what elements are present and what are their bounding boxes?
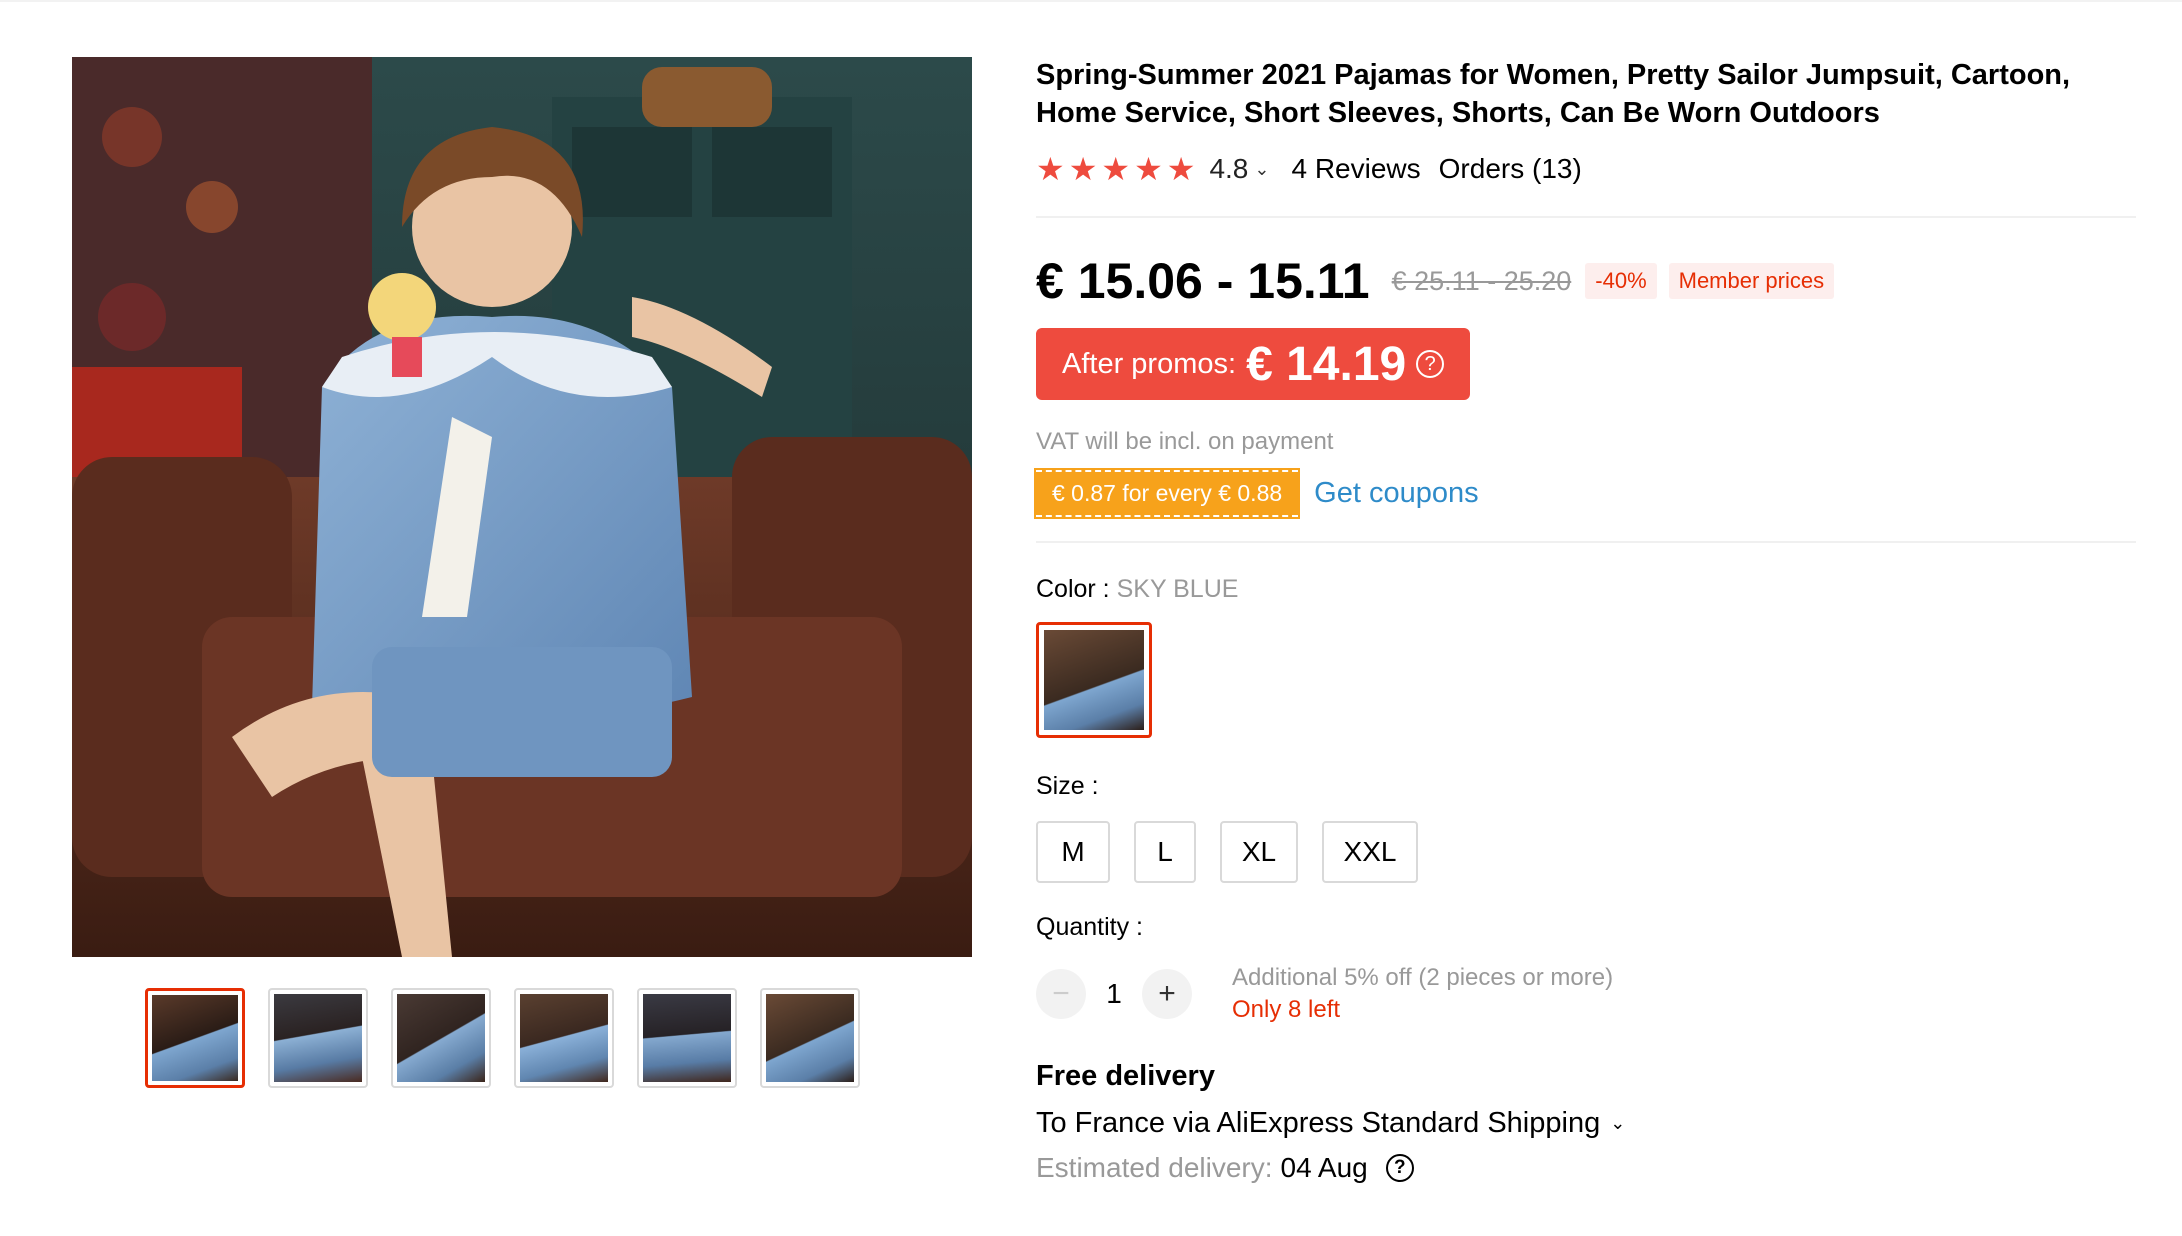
thumbnail-3[interactable] bbox=[391, 988, 491, 1088]
price-range: € 15.06 - 15.11 bbox=[1036, 253, 1370, 309]
help-icon[interactable]: ? bbox=[1385, 1154, 1414, 1182]
thumbnail-4[interactable] bbox=[514, 988, 614, 1088]
divider bbox=[1036, 541, 2136, 543]
thumbnail-strip bbox=[145, 988, 860, 1088]
size-option-xl[interactable]: XL bbox=[1220, 821, 1298, 883]
promo-label: After promos: bbox=[1062, 347, 1237, 380]
price-row: € 15.06 - 15.11 € 25.11 - 25.20 -40% Mem… bbox=[1036, 252, 2136, 310]
thumbnail-1[interactable] bbox=[145, 988, 245, 1088]
estimated-delivery-label: Estimated delivery: bbox=[1036, 1152, 1273, 1183]
estimated-delivery-date: 04 Aug bbox=[1280, 1152, 1368, 1183]
size-option-l[interactable]: L bbox=[1134, 821, 1196, 883]
quantity-note: Additional 5% off (2 pieces or more) Onl… bbox=[1232, 962, 1613, 1026]
bulk-discount-note: Additional 5% off (2 pieces or more) bbox=[1232, 964, 1614, 991]
member-prices-badge[interactable]: Member prices bbox=[1668, 263, 1835, 299]
shipping-selector[interactable]: To France via AliExpress Standard Shippi… bbox=[1036, 1107, 2136, 1140]
star-icon: ★ bbox=[1166, 151, 1196, 187]
reviews-link[interactable]: 4 Reviews bbox=[1291, 153, 1420, 185]
vat-note: VAT will be incl. on payment bbox=[1036, 428, 1334, 455]
color-swatch-sky-blue[interactable] bbox=[1036, 622, 1152, 738]
star-icon: ★ bbox=[1134, 151, 1163, 187]
coupon-badge[interactable]: € 0.87 for every € 0.88 bbox=[1033, 468, 1301, 519]
size-option-m[interactable]: M bbox=[1036, 821, 1110, 883]
original-price: € 25.11 - 25.20 bbox=[1391, 265, 1572, 296]
delivery-title: Free delivery bbox=[1036, 1060, 1215, 1092]
quantity-stepper: − 1 + Additional 5% off (2 pieces or mor… bbox=[1036, 962, 2136, 1026]
get-coupons-link[interactable]: Get coupons bbox=[1314, 477, 1478, 510]
divider bbox=[1036, 216, 2136, 218]
size-option-xxl[interactable]: XXL bbox=[1322, 821, 1418, 883]
rating-stars: ★ ★ ★ ★ ★ bbox=[1036, 150, 1195, 188]
color-value: SKY BLUE bbox=[1116, 575, 1239, 603]
main-product-image[interactable] bbox=[72, 57, 972, 957]
after-promos-banner: After promos: € 14.19 ? bbox=[1036, 328, 1471, 400]
product-title: Spring-Summer 2021 Pajamas for Women, Pr… bbox=[1036, 59, 2071, 129]
orders-count: Orders (13) bbox=[1438, 153, 1582, 184]
product-info: Spring-Summer 2021 Pajamas for Women, Pr… bbox=[1033, 56, 2136, 1184]
chevron-down-icon[interactable]: ⌄ bbox=[1610, 1113, 1625, 1134]
thumbnail-2[interactable] bbox=[268, 988, 368, 1088]
color-label: Color : bbox=[1036, 575, 1117, 603]
stock-note: Only 8 left bbox=[1232, 996, 1341, 1023]
promo-price: € 14.19 bbox=[1246, 337, 1407, 391]
size-label: Size : bbox=[1036, 772, 1099, 800]
star-icon: ★ bbox=[1101, 151, 1131, 187]
rating-value[interactable]: 4.8 bbox=[1209, 153, 1248, 185]
discount-badge: -40% bbox=[1585, 263, 1657, 299]
coupon-row: € 0.87 for every € 0.88 Get coupons bbox=[1033, 468, 2136, 519]
quantity-label: Quantity : bbox=[1036, 913, 1143, 941]
help-icon[interactable]: ? bbox=[1416, 350, 1445, 378]
chevron-down-icon[interactable]: ⌄ bbox=[1254, 159, 1269, 180]
top-divider bbox=[0, 0, 2182, 2]
quantity-value[interactable]: 1 bbox=[1086, 978, 1142, 1010]
estimated-delivery-row: Estimated delivery: 04 Aug ? bbox=[1036, 1152, 2136, 1184]
color-label-row: Color : SKY BLUE bbox=[1036, 575, 2136, 604]
rating-row: ★ ★ ★ ★ ★ 4.8 ⌄ 4 Reviews Orders (13) bbox=[1036, 150, 2136, 188]
thumbnail-5[interactable] bbox=[637, 988, 737, 1088]
shipping-method[interactable]: To France via AliExpress Standard Shippi… bbox=[1036, 1107, 1600, 1140]
thumbnail-6[interactable] bbox=[760, 988, 860, 1088]
quantity-decrease-button[interactable]: − bbox=[1036, 969, 1086, 1019]
star-icon: ★ bbox=[1036, 151, 1065, 187]
size-options: M L XL XXL bbox=[1036, 821, 2136, 883]
star-icon: ★ bbox=[1068, 151, 1098, 187]
quantity-increase-button[interactable]: + bbox=[1142, 969, 1192, 1019]
